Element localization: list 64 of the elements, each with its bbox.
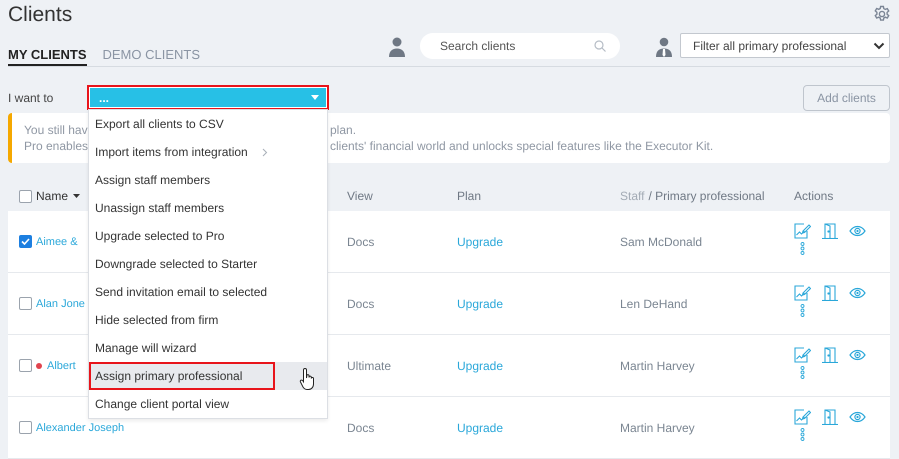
column-header[interactable]: / Primary professional: [648, 189, 765, 203]
settings-icon[interactable]: [873, 5, 891, 23]
banner-text: You still hav: [24, 122, 88, 138]
table-cell-text: Docs: [347, 296, 376, 310]
table-cell-text: Ultimate: [347, 358, 392, 372]
row-checkbox[interactable]: [19, 297, 32, 310]
menu-item[interactable]: Import items from integration: [89, 138, 327, 166]
row-checkbox[interactable]: [19, 235, 32, 248]
table-cell-text: Docs: [347, 420, 376, 434]
eye-icon[interactable]: [849, 287, 866, 299]
menu-item[interactable]: Change client portal view: [89, 390, 327, 418]
person-icon: [388, 37, 406, 58]
edit-report-icon[interactable]: [794, 285, 811, 301]
column-header: Plan: [457, 189, 482, 203]
more-options-icon[interactable]: [800, 304, 805, 317]
more-options-icon[interactable]: [800, 428, 805, 441]
menu-item[interactable]: Upgrade selected to Pro: [89, 222, 327, 250]
row-checkbox[interactable]: [19, 359, 32, 372]
menu-item[interactable]: Send invitation email to selected: [89, 278, 327, 306]
column-header: View: [347, 189, 374, 203]
search-field[interactable]: Search clients: [420, 33, 620, 60]
edit-report-icon[interactable]: [794, 347, 811, 363]
more-options-icon[interactable]: [800, 242, 805, 255]
column-header[interactable]: Name: [36, 189, 68, 203]
column-header: Actions: [794, 189, 834, 203]
edit-report-icon[interactable]: [794, 409, 811, 425]
menu-item[interactable]: Assign staff members: [89, 166, 327, 194]
menu-item[interactable]: Hide selected from firm: [89, 306, 327, 334]
table-cell-text: Docs: [347, 234, 376, 248]
menu-item[interactable]: Export all clients to CSV: [89, 110, 327, 138]
table-cell-text: Martin Harvey: [620, 420, 696, 434]
more-options-icon[interactable]: [800, 366, 805, 379]
door-icon[interactable]: [821, 285, 839, 301]
banner-text: Pro enables: [24, 138, 88, 154]
action-label: I want to: [8, 90, 54, 105]
check-icon: [21, 238, 30, 245]
chevron-right-icon: [262, 148, 268, 157]
eye-icon[interactable]: [849, 349, 866, 361]
caret-down-icon: [311, 95, 319, 100]
menu-item[interactable]: Manage will wizard: [89, 334, 327, 362]
door-icon[interactable]: [821, 347, 839, 363]
search-icon: [594, 40, 606, 52]
chevron-down-icon: [873, 42, 885, 50]
edit-report-icon[interactable]: [794, 223, 811, 239]
door-icon[interactable]: [821, 409, 839, 425]
sort-caret-icon: [73, 194, 80, 198]
eye-icon[interactable]: [849, 411, 866, 423]
banner-text: clients' financial world and unlocks special features like the Executor Kit.: [330, 138, 714, 154]
menu-item[interactable]: Assign primary professional: [89, 362, 275, 390]
table-cell-text: Len DeHand: [620, 296, 688, 310]
menu-item[interactable]: Unassign staff members: [89, 194, 327, 222]
tab[interactable]: MY CLIENTS: [8, 47, 86, 66]
table-cell-text: Martin Harvey: [620, 358, 696, 372]
select-all-checkbox[interactable]: [19, 190, 32, 202]
banner-text: plan.: [330, 122, 356, 138]
menu-item[interactable]: Downgrade selected to Starter: [89, 250, 327, 278]
businessman-icon: [656, 37, 672, 58]
table-cell-text: Sam McDonald: [620, 234, 704, 248]
pointer-cursor-icon: [299, 367, 317, 392]
door-icon[interactable]: [821, 223, 839, 239]
row-checkbox[interactable]: [19, 421, 32, 434]
eye-icon[interactable]: [849, 225, 866, 237]
professional-filter-select[interactable]: Filter all primary professional: [680, 33, 890, 58]
page-title: Clients: [8, 2, 72, 28]
